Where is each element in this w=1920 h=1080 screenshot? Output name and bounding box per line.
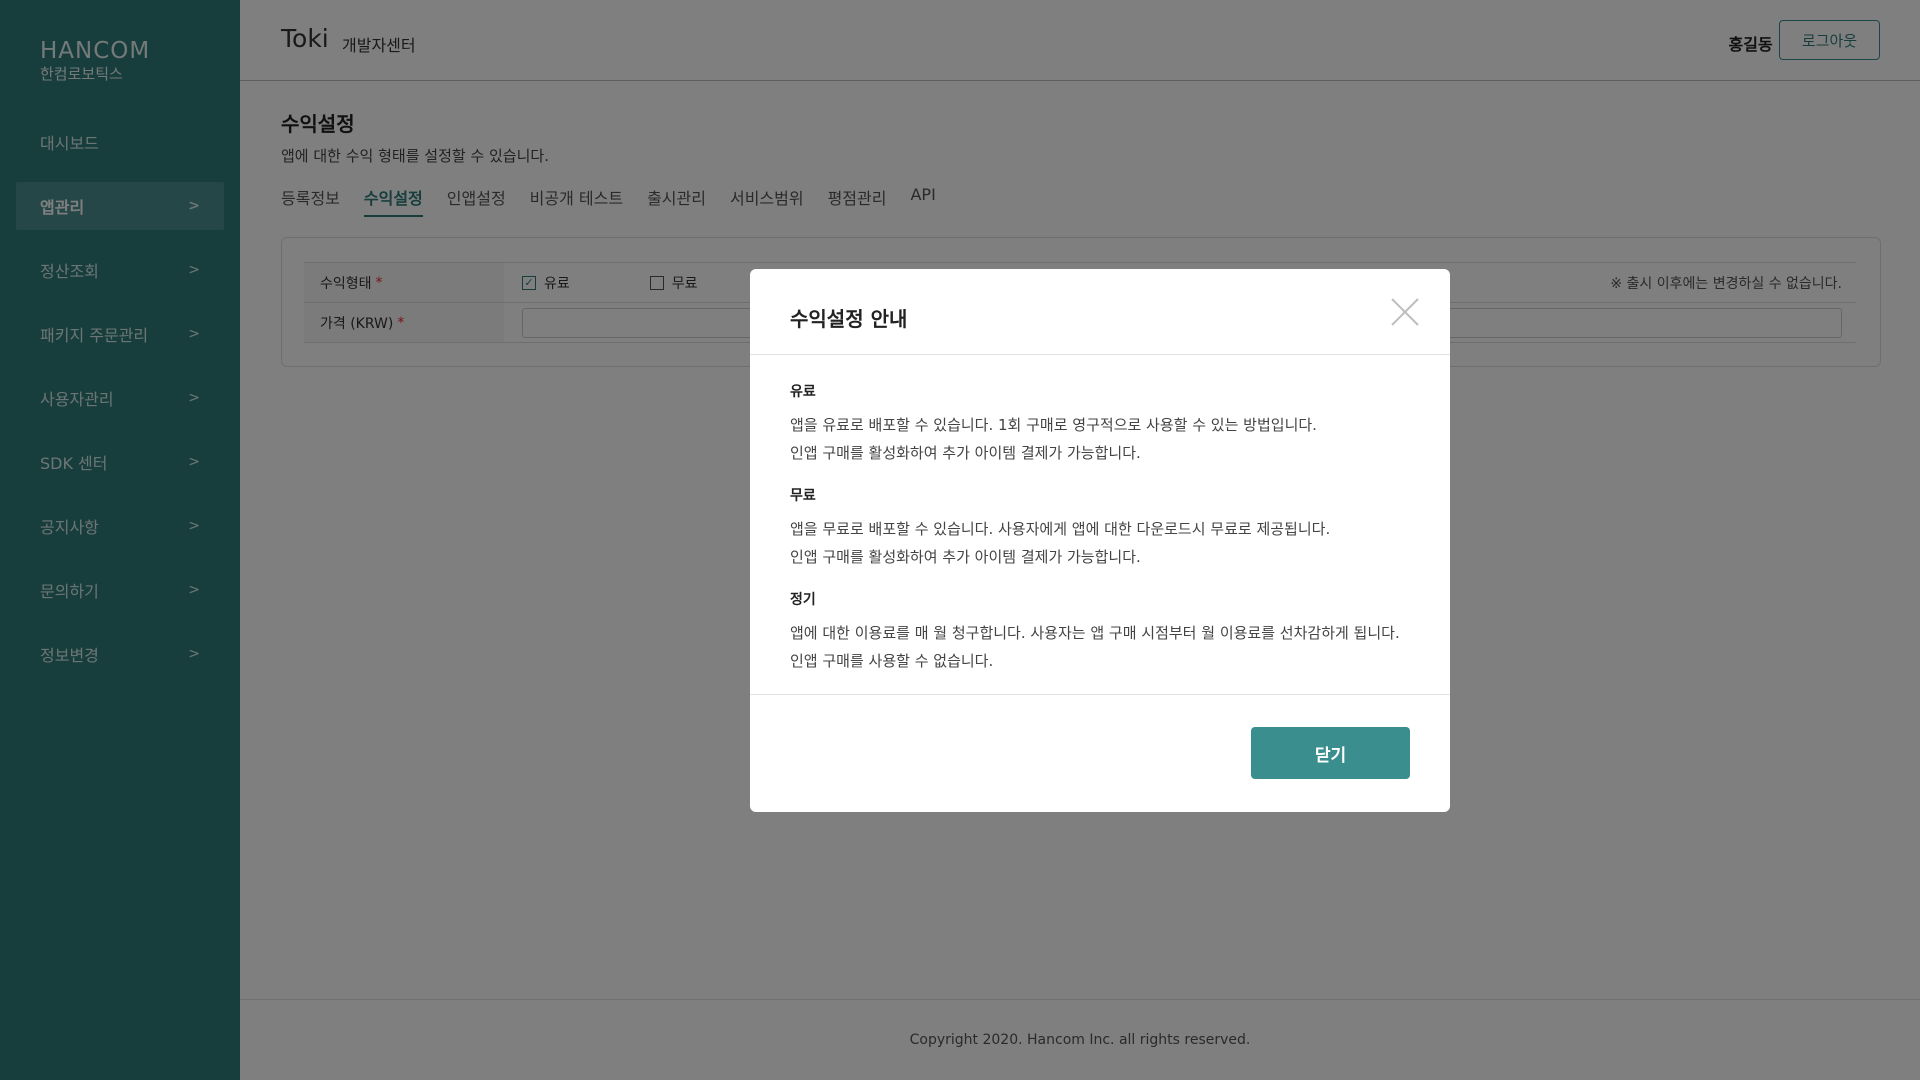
section-text: 앱에 대한 이용료를 매 월 청구합니다. 사용자는 앱 구매 시점부터 월 이… bbox=[790, 624, 1400, 642]
info-section-subscription: 정기 앱에 대한 이용료를 매 월 청구합니다. 사용자는 앱 구매 시점부터 … bbox=[790, 589, 1410, 675]
modal-body: 유료 앱을 유료로 배포할 수 있습니다. 1회 구매로 영구적으로 사용할 수… bbox=[750, 355, 1450, 695]
section-text: 인앱 구매를 활성화하여 추가 아이템 결제가 가능합니다. bbox=[790, 444, 1141, 462]
section-text: 앱을 유료로 배포할 수 있습니다. 1회 구매로 영구적으로 사용할 수 있는… bbox=[790, 416, 1317, 434]
modal-title: 수익설정 안내 bbox=[790, 307, 908, 331]
revenue-info-modal: 수익설정 안내 유료 앱을 유료로 배포할 수 있습니다. 1회 구매로 영구적… bbox=[750, 269, 1450, 812]
modal-header: 수익설정 안내 bbox=[750, 269, 1450, 355]
section-text: 인앱 구매를 활성화하여 추가 아이템 결제가 가능합니다. bbox=[790, 548, 1141, 566]
info-section-paid: 유료 앱을 유료로 배포할 수 있습니다. 1회 구매로 영구적으로 사용할 수… bbox=[790, 381, 1410, 467]
close-icon[interactable] bbox=[1390, 297, 1420, 327]
section-title: 정기 bbox=[790, 592, 816, 608]
info-section-free: 무료 앱을 무료로 배포할 수 있습니다. 사용자에게 앱에 대한 다운로드시 … bbox=[790, 485, 1410, 571]
section-text: 인앱 구매를 사용할 수 없습니다. bbox=[790, 652, 994, 670]
section-title: 무료 bbox=[790, 488, 816, 504]
section-title: 유료 bbox=[790, 384, 816, 400]
close-button[interactable]: 닫기 bbox=[1251, 727, 1410, 779]
section-text: 앱을 무료로 배포할 수 있습니다. 사용자에게 앱에 대한 다운로드시 무료로… bbox=[790, 520, 1331, 538]
modal-footer: 닫기 bbox=[750, 695, 1450, 811]
